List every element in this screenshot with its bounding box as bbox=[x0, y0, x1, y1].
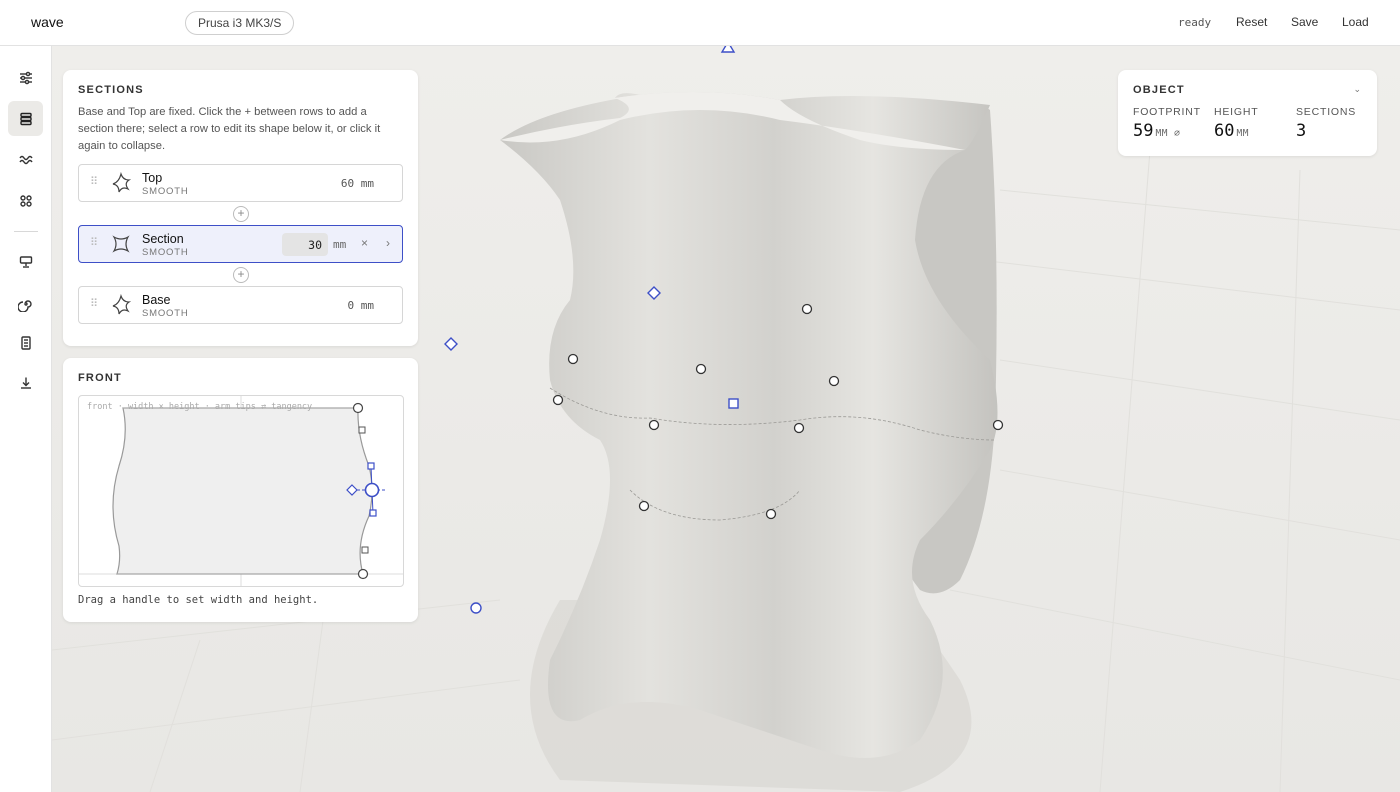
top-tangent-handle[interactable] bbox=[358, 426, 366, 434]
object-panel: OBJECT ⌄ FOOTPRINT 59 MM ⌀ HEIGHT 60 MM SE… bbox=[1118, 70, 1377, 156]
rail-button-sections[interactable] bbox=[8, 101, 43, 136]
add-section-button[interactable]: + bbox=[233, 206, 249, 222]
stat-unit: MM ⌀ bbox=[1155, 128, 1181, 139]
front-caption: front · width × height · arm tips ⇄ tang… bbox=[87, 402, 313, 412]
stat-footprint: FOOTPRINT 59 MM ⌀ bbox=[1133, 106, 1201, 141]
remove-section-button[interactable]: × bbox=[361, 236, 368, 250]
section-row-middle[interactable]: ⠿ Section SMOOTH mm × › bbox=[78, 225, 403, 263]
lower-tangent-handle[interactable] bbox=[369, 509, 377, 517]
status-indicator: ready bbox=[1178, 16, 1212, 29]
stat-value: 59 MM ⌀ bbox=[1133, 121, 1201, 141]
layers-icon bbox=[19, 112, 32, 125]
top-bar: wave Prusa i3 MK3/S ready Reset Save Loa… bbox=[0, 0, 1400, 46]
drag-handle-icon[interactable]: ⠿ bbox=[90, 236, 98, 249]
download-icon bbox=[20, 377, 31, 389]
stat-number: 59 bbox=[1133, 121, 1154, 141]
wave-icon bbox=[18, 155, 33, 164]
front-hint: Drag a handle to set width and height. bbox=[78, 594, 319, 606]
rail-button-settings[interactable] bbox=[8, 60, 43, 95]
section-name: Base bbox=[142, 293, 171, 307]
rail-button-document[interactable] bbox=[8, 325, 43, 360]
expand-section-button[interactable]: › bbox=[386, 236, 390, 250]
section-row-top[interactable]: ⠿ Top SMOOTH 60 mm bbox=[78, 164, 403, 202]
section-type: SMOOTH bbox=[142, 186, 189, 197]
section-name: Section bbox=[142, 232, 184, 246]
left-rail bbox=[0, 46, 52, 792]
sections-title: SECTIONS bbox=[78, 84, 144, 96]
upper-tangent-handle[interactable] bbox=[367, 462, 375, 470]
rail-divider bbox=[14, 231, 38, 232]
front-profile-plot[interactable] bbox=[79, 396, 404, 587]
front-panel: FRONT front · width × height · arm tips … bbox=[63, 358, 418, 622]
section-height: 0 mm bbox=[347, 299, 375, 312]
printer-icon bbox=[19, 255, 32, 268]
stat-height: HEIGHT 60 MM bbox=[1214, 106, 1258, 141]
front-profile-editor[interactable]: front · width × height · arm tips ⇄ tang… bbox=[78, 395, 404, 587]
sections-description: Base and Top are fixed. Click the + betw… bbox=[78, 106, 381, 152]
document-icon bbox=[20, 335, 31, 350]
front-title: FRONT bbox=[78, 372, 122, 384]
section-height: 60 mm bbox=[340, 177, 374, 190]
section-row-base[interactable]: ⠿ Base SMOOTH 0 mm bbox=[78, 286, 403, 324]
drag-handle-icon[interactable]: ⠿ bbox=[90, 297, 98, 310]
rail-button-pattern[interactable] bbox=[8, 183, 43, 218]
save-button[interactable]: Save bbox=[1291, 15, 1318, 29]
cross-shape-icon bbox=[112, 235, 130, 253]
cross-shape-icon bbox=[112, 172, 132, 193]
base-handle[interactable] bbox=[357, 568, 369, 580]
cross-shape-icon bbox=[112, 294, 132, 315]
stat-unit: MM bbox=[1236, 128, 1249, 139]
top-handle[interactable] bbox=[352, 402, 364, 414]
rail-button-printer[interactable] bbox=[8, 244, 43, 279]
load-button[interactable]: Load bbox=[1342, 15, 1369, 29]
sliders-icon bbox=[19, 71, 32, 84]
stat-label: FOOTPRINT bbox=[1133, 106, 1201, 118]
reset-button[interactable]: Reset bbox=[1236, 15, 1267, 29]
add-section-button[interactable]: + bbox=[233, 267, 249, 283]
section-height-unit: mm bbox=[333, 238, 347, 251]
chevron-down-icon[interactable]: ⌄ bbox=[1353, 84, 1361, 95]
printer-selector[interactable]: Prusa i3 MK3/S bbox=[185, 11, 295, 35]
app-brand: wave bbox=[31, 14, 64, 30]
stat-label: SECTIONS bbox=[1296, 106, 1357, 118]
sections-panel: SECTIONS Base and Top are fixed. Click t… bbox=[63, 70, 418, 346]
stat-value: 3 bbox=[1296, 121, 1356, 141]
section-type: SMOOTH bbox=[142, 247, 189, 258]
front-profile-shape bbox=[112, 407, 373, 575]
stat-number: 3 bbox=[1296, 121, 1307, 141]
drag-handle-icon[interactable]: ⠿ bbox=[90, 175, 98, 188]
stat-number: 60 bbox=[1214, 121, 1235, 141]
object-title: OBJECT bbox=[1133, 84, 1185, 96]
section-width-handle[interactable] bbox=[364, 482, 380, 498]
spiral-icon bbox=[17, 299, 32, 312]
base-tangent-handle[interactable] bbox=[361, 546, 369, 554]
section-name: Top bbox=[142, 171, 163, 185]
grid-icon bbox=[19, 194, 32, 207]
rail-button-export[interactable] bbox=[8, 365, 43, 400]
section-type: SMOOTH bbox=[142, 308, 189, 319]
stat-sections: SECTIONS 3 bbox=[1296, 106, 1356, 141]
stat-value: 60 MM bbox=[1214, 121, 1258, 141]
section-height-input[interactable] bbox=[282, 233, 328, 256]
rail-button-spiral[interactable] bbox=[8, 286, 43, 321]
rail-button-wave[interactable] bbox=[8, 142, 43, 177]
stat-label: HEIGHT bbox=[1214, 106, 1259, 118]
